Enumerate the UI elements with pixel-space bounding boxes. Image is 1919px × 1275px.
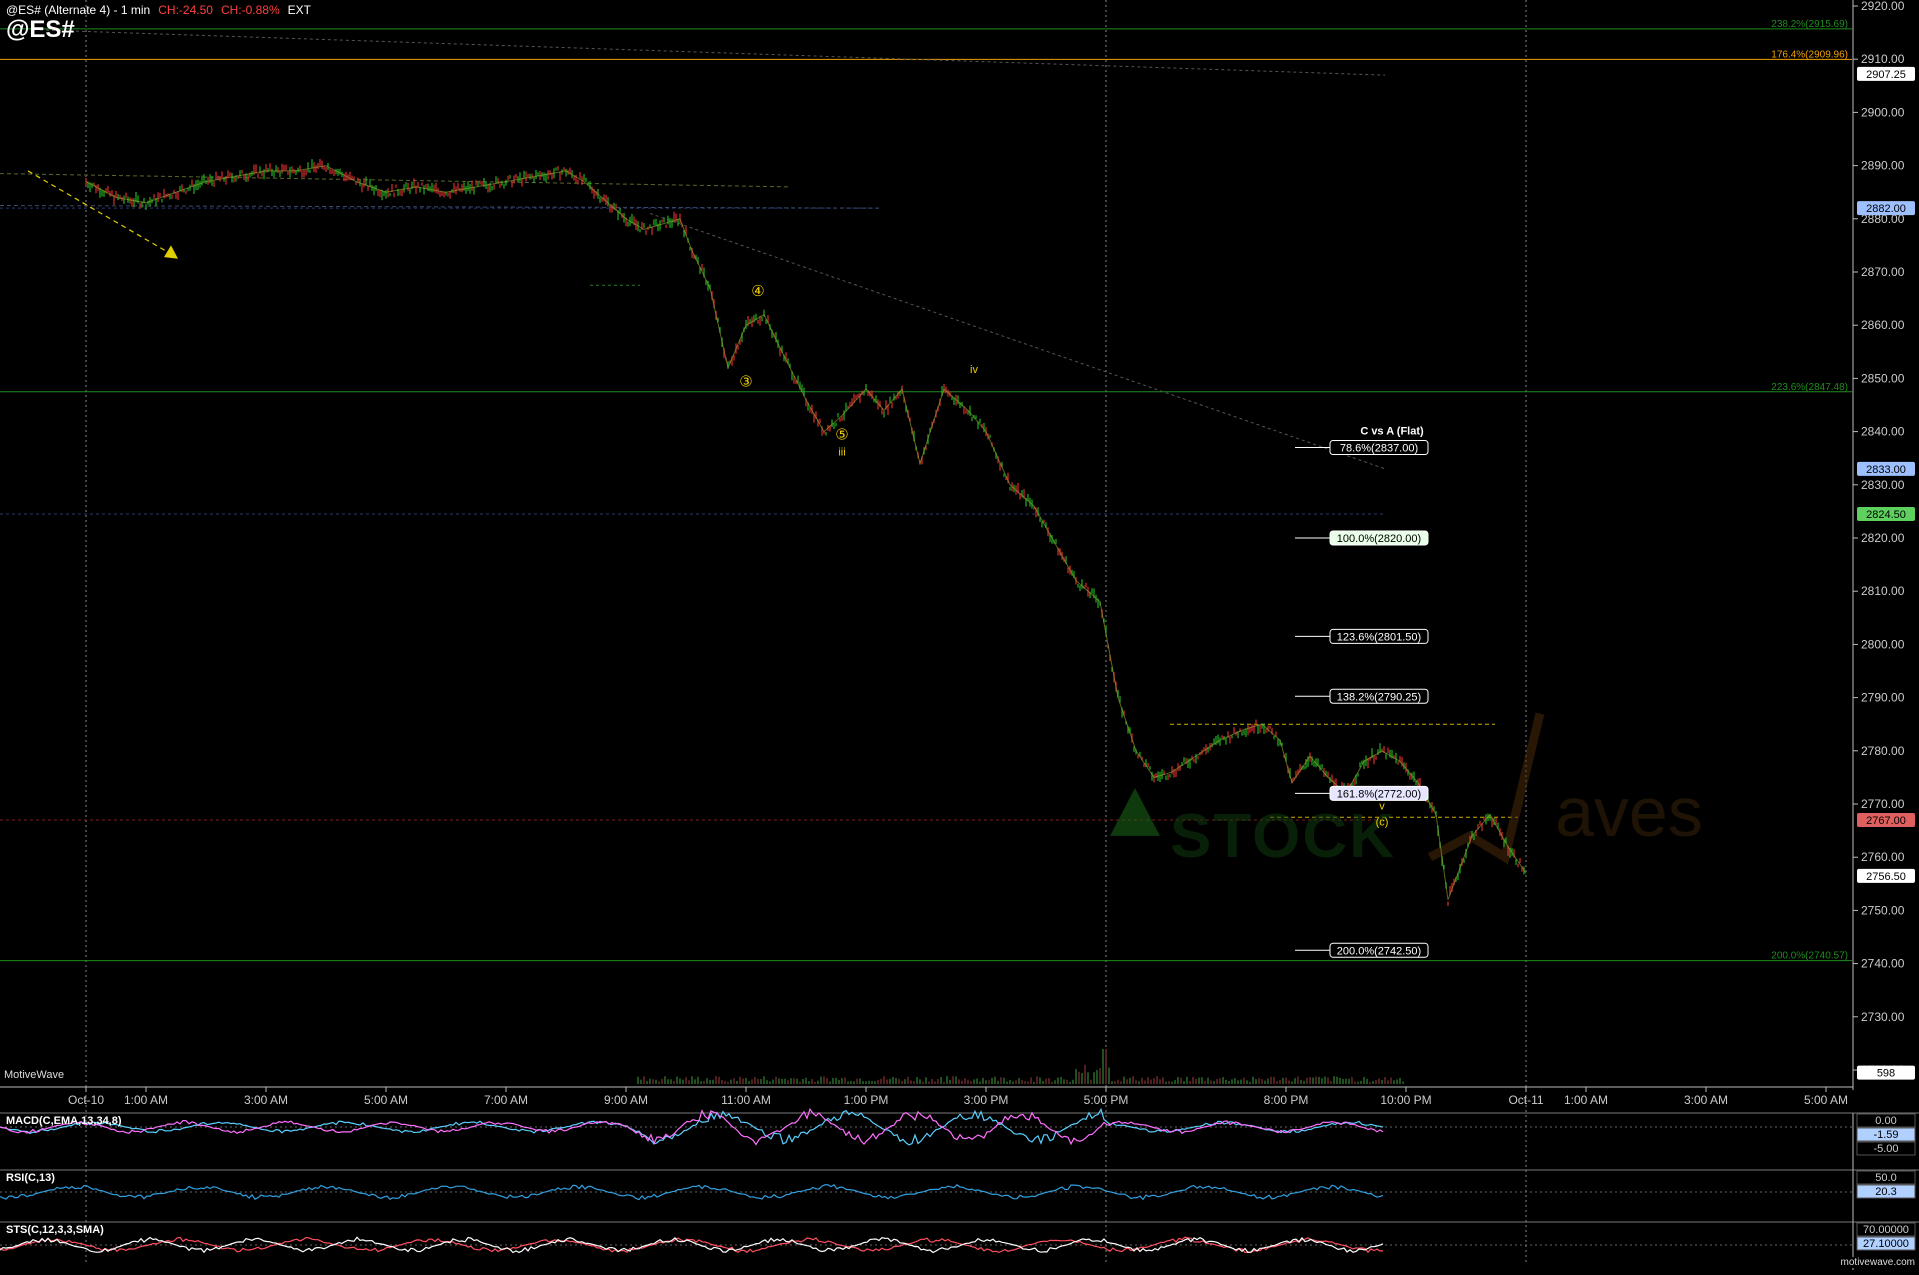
fib-level-label: 176.4%(2909.96) xyxy=(1771,49,1848,60)
wave-label: iv xyxy=(970,364,978,376)
indicator-value: 20.3 xyxy=(1875,1186,1896,1198)
price-axis-label: 2820.00 xyxy=(1861,531,1905,545)
price-tag-label: 2882.00 xyxy=(1866,203,1906,215)
indicator-value: 70.00000 xyxy=(1863,1224,1909,1236)
fib-extension-title: C vs A (Flat) xyxy=(1360,425,1424,437)
wave-label-circled: ⑤ xyxy=(835,427,848,444)
time-axis-label: 11:00 AM xyxy=(721,1093,771,1107)
price-axis-label: 2890.00 xyxy=(1861,159,1905,173)
price-axis-label: 2760.00 xyxy=(1861,850,1905,864)
time-axis-label: 7:00 AM xyxy=(484,1093,528,1107)
indicator-value: 50.0 xyxy=(1875,1172,1896,1184)
price-axis-label: 2840.00 xyxy=(1861,425,1905,439)
indicator-value: -5.00 xyxy=(1873,1143,1898,1155)
time-axis-label: 5:00 AM xyxy=(364,1093,408,1107)
price-axis-label: 2860.00 xyxy=(1861,318,1905,332)
change-percent: CH:-0.88% xyxy=(220,3,280,17)
session-label: EXT xyxy=(287,3,311,17)
chart-stage: 238.2%(2915.69) 176.4%(2909.96) 223.6%(284… xyxy=(0,0,1919,1270)
price-chart[interactable]: 238.2%(2915.69) 176.4%(2909.96) 223.6%(284… xyxy=(0,0,1919,1270)
fib-extension-label: 100.0%(2820.00) xyxy=(1337,533,1421,545)
price-axis-label: 2910.00 xyxy=(1861,52,1905,66)
price-axis-label: 2740.00 xyxy=(1861,957,1905,971)
watermark-aves-text: aves xyxy=(1555,773,1703,851)
price-tag-label: 2824.50 xyxy=(1866,509,1906,521)
wave-label: (c) xyxy=(1376,816,1389,828)
price-axis-label: 2750.00 xyxy=(1861,903,1905,917)
price-axis-label: 2810.00 xyxy=(1861,584,1905,598)
time-axis-label: Oct-10 xyxy=(68,1093,104,1107)
price-axis-label: 2770.00 xyxy=(1861,797,1905,811)
symbol-label: @ES# xyxy=(6,16,75,43)
time-axis-label: 1:00 AM xyxy=(1564,1093,1608,1107)
wave-label: v xyxy=(1379,800,1385,812)
credit-label: MotiveWave xyxy=(4,1069,65,1081)
wave-label-circled: ③ xyxy=(739,373,752,390)
fib-extension-label: 161.8%(2772.00) xyxy=(1337,788,1421,800)
indicator-name: RSI(C,13) xyxy=(6,1172,55,1184)
price-axis-label: 2920.00 xyxy=(1861,0,1905,13)
fib-level-label: 200.0%(2740.57) xyxy=(1771,951,1848,962)
fib-extension-label: 123.6%(2801.50) xyxy=(1337,631,1421,643)
price-tag-label: 2756.50 xyxy=(1866,871,1906,883)
fib-extension-label: 138.2%(2790.25) xyxy=(1337,691,1421,703)
price-axis-label: 2800.00 xyxy=(1861,637,1905,651)
indicator-value: 27.10000 xyxy=(1863,1238,1909,1250)
price-tag-label: 2833.00 xyxy=(1866,464,1906,476)
fib-level-label: 223.6%(2847.48) xyxy=(1771,382,1848,393)
change-points: CH:-24.50 xyxy=(158,3,213,17)
price-tag-label: 2907.25 xyxy=(1866,69,1906,81)
price-axis-label: 2870.00 xyxy=(1861,265,1905,279)
indicator-name: MACD(C,EMA,13,34,8) xyxy=(6,1115,122,1127)
wave-label-circled: ④ xyxy=(751,283,764,300)
price-axis-label: 2730.00 xyxy=(1861,1010,1905,1024)
indicator-value: 0.00 xyxy=(1875,1115,1896,1127)
indicator-value: -1.59 xyxy=(1873,1129,1898,1141)
price-axis-label: 2900.00 xyxy=(1861,105,1905,119)
price-axis-label: 2790.00 xyxy=(1861,691,1905,705)
price-axis-label: 2850.00 xyxy=(1861,371,1905,385)
time-axis-label: 9:00 AM xyxy=(604,1093,648,1107)
time-axis-label: 1:00 PM xyxy=(844,1093,889,1107)
price-tag-label: 598 xyxy=(1877,1068,1895,1080)
footer-label: motivewave.com xyxy=(1840,1257,1915,1268)
time-axis-label: 8:00 PM xyxy=(1264,1093,1309,1107)
fib-level-label: 238.2%(2915.69) xyxy=(1771,19,1848,30)
wave-label: iii xyxy=(838,447,845,459)
time-axis-label: 10:00 PM xyxy=(1380,1093,1431,1107)
chart-header: @ES# (Alternate 4) - 1 min CH:-24.50 CH:-0… xyxy=(6,3,311,17)
time-axis-label: 5:00 PM xyxy=(1084,1093,1129,1107)
fib-extension-label: 200.0%(2742.50) xyxy=(1337,945,1421,957)
price-axis-label: 2780.00 xyxy=(1861,744,1905,758)
time-axis-label: 5:00 AM xyxy=(1804,1093,1848,1107)
time-axis-label: 1:00 AM xyxy=(124,1093,168,1107)
chart-title: @ES# (Alternate 4) - 1 min xyxy=(6,3,151,17)
price-tag-label: 2767.00 xyxy=(1866,815,1906,827)
time-axis-label: Oct-11 xyxy=(1508,1093,1543,1107)
time-axis-label: 3:00 AM xyxy=(1684,1093,1728,1107)
time-axis-label: 3:00 AM xyxy=(244,1093,288,1107)
watermark-stock-text: STOCK xyxy=(1170,802,1396,871)
price-axis-label: 2830.00 xyxy=(1861,478,1905,492)
fib-extension-label: 78.6%(2837.00) xyxy=(1340,443,1418,455)
indicator-name: STS(C,12,3,3,SMA) xyxy=(6,1224,104,1236)
time-axis-label: 3:00 PM xyxy=(964,1093,1009,1107)
